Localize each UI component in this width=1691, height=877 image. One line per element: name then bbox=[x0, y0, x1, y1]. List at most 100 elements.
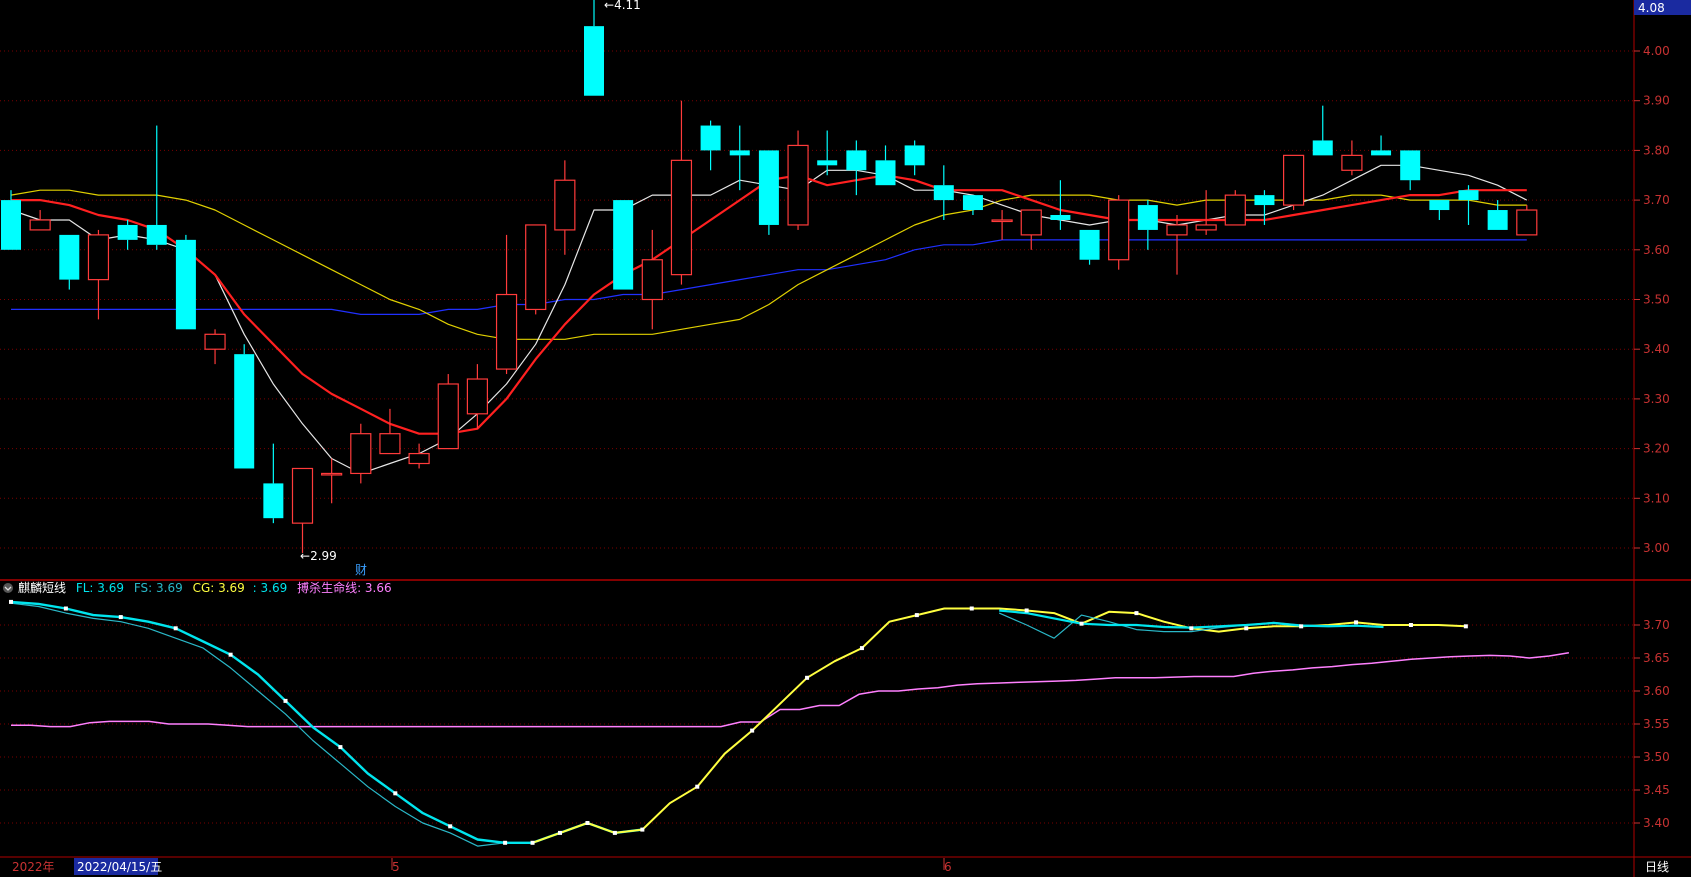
candle[interactable] bbox=[729, 125, 750, 191]
candle-body-up bbox=[408, 452, 430, 465]
candle[interactable] bbox=[817, 130, 838, 176]
candle[interactable] bbox=[1137, 200, 1158, 250]
candle[interactable] bbox=[875, 145, 896, 186]
candle-body-up bbox=[495, 293, 518, 370]
finance-marker[interactable]: 财 bbox=[355, 563, 367, 577]
candle-body-down bbox=[234, 354, 255, 469]
candle[interactable] bbox=[1429, 200, 1450, 220]
candle[interactable] bbox=[613, 200, 634, 290]
price-tick-label: 4.00 bbox=[1643, 44, 1670, 58]
candle-body-down bbox=[817, 160, 838, 166]
candle[interactable] bbox=[1341, 140, 1363, 176]
candle-body-up bbox=[1195, 224, 1217, 231]
collapse-icon[interactable] bbox=[3, 583, 13, 593]
candle[interactable] bbox=[1195, 190, 1217, 235]
candle[interactable] bbox=[204, 329, 226, 365]
candle[interactable] bbox=[29, 210, 51, 231]
year-label: 2022年 bbox=[12, 860, 55, 874]
indicator-lines bbox=[9, 599, 1570, 847]
candle[interactable] bbox=[700, 120, 721, 171]
candle[interactable] bbox=[670, 100, 693, 285]
cg-marker bbox=[1079, 621, 1084, 626]
cg-marker bbox=[1408, 623, 1413, 627]
candle-body-up bbox=[291, 467, 314, 524]
price-axis: 4.00 3.90 3.80 3.70 3.60 3.50 3.40 3.30 3.20 3.10… bbox=[1634, 44, 1670, 555]
candle-body-down bbox=[758, 150, 779, 225]
candle-body-up bbox=[1020, 209, 1042, 236]
candle[interactable] bbox=[641, 229, 663, 330]
current-price-tag: 4.08 bbox=[1638, 1, 1665, 15]
candle[interactable] bbox=[175, 234, 196, 330]
candle[interactable] bbox=[291, 467, 314, 553]
candle-body-down bbox=[584, 26, 604, 96]
fl-marker bbox=[9, 599, 13, 604]
candle[interactable] bbox=[437, 374, 459, 450]
candle[interactable] bbox=[991, 210, 1013, 240]
candle[interactable] bbox=[263, 443, 284, 524]
fl-marker bbox=[612, 830, 617, 835]
period-label[interactable]: 日线 bbox=[1645, 860, 1669, 874]
candle[interactable] bbox=[350, 423, 372, 484]
month-label-5: 5 bbox=[392, 860, 400, 874]
candle-body-up bbox=[1341, 154, 1363, 171]
candle[interactable] bbox=[321, 458, 343, 504]
stock-chart[interactable]: 4.08 4.00 3.90 3.80 3.70 3.60 3.50 3.40 3.30 3.2… bbox=[0, 0, 1691, 877]
candle[interactable] bbox=[1400, 150, 1421, 191]
candle[interactable] bbox=[1516, 205, 1538, 236]
candle[interactable] bbox=[1282, 154, 1305, 211]
candle-body-down bbox=[1400, 150, 1421, 181]
fs-line bbox=[10, 602, 643, 847]
fl-marker bbox=[448, 824, 453, 829]
candle[interactable] bbox=[1108, 195, 1130, 270]
candle[interactable] bbox=[554, 160, 576, 255]
cursor-date: 2022/04/15/五 bbox=[77, 860, 162, 874]
candle[interactable] bbox=[408, 443, 430, 469]
candle[interactable] bbox=[87, 229, 110, 320]
fl-marker bbox=[283, 698, 288, 703]
candle[interactable] bbox=[846, 140, 867, 196]
candle[interactable] bbox=[146, 125, 167, 250]
candle-body-down bbox=[700, 125, 721, 151]
candle[interactable] bbox=[1020, 209, 1042, 250]
cg-marker bbox=[859, 646, 864, 651]
candle[interactable] bbox=[1224, 190, 1246, 226]
candle[interactable] bbox=[758, 150, 779, 235]
indicator-tick-label: 3.50 bbox=[1643, 750, 1670, 764]
candle-body-down bbox=[875, 160, 896, 186]
candle[interactable] bbox=[904, 140, 925, 176]
cg-marker bbox=[1024, 608, 1029, 613]
candle[interactable] bbox=[787, 130, 809, 230]
price-tick-label: 3.60 bbox=[1643, 243, 1670, 257]
candle[interactable] bbox=[1458, 185, 1479, 225]
candle-body-up bbox=[670, 159, 693, 276]
indicator-axis: 3.70 3.65 3.60 3.55 3.50 3.45 3.40 bbox=[1634, 618, 1670, 830]
candle[interactable] bbox=[234, 344, 255, 469]
candle[interactable] bbox=[59, 234, 80, 290]
candle-body-up bbox=[1108, 199, 1130, 261]
candle-body-down bbox=[1079, 229, 1100, 260]
indicator-title[interactable]: 麒麟短线 bbox=[18, 580, 66, 595]
cg-line bbox=[532, 607, 1466, 844]
candle[interactable] bbox=[1079, 229, 1100, 265]
candle[interactable] bbox=[117, 219, 138, 250]
candle[interactable] bbox=[1050, 180, 1071, 230]
life-line-value: 搏杀生命线: 3.66 bbox=[297, 580, 392, 595]
high-annotation: ←4.11 bbox=[604, 0, 641, 12]
candlesticks[interactable] bbox=[1, 0, 1538, 553]
cg-marker bbox=[530, 840, 535, 845]
indicator-header: 麒麟短线 FL: 3.69 FS: 3.69 CG: 3.69 : 3.69 搏… bbox=[3, 580, 392, 595]
candle[interactable] bbox=[495, 234, 518, 375]
candle[interactable] bbox=[584, 0, 604, 96]
candle-body-up bbox=[1516, 209, 1538, 236]
candle[interactable] bbox=[1371, 135, 1392, 156]
fl-marker bbox=[228, 652, 233, 657]
candle[interactable] bbox=[379, 408, 401, 455]
candle[interactable] bbox=[933, 165, 954, 220]
candle[interactable] bbox=[962, 195, 983, 216]
candle[interactable] bbox=[525, 224, 547, 315]
candle[interactable] bbox=[1312, 105, 1333, 156]
price-tick-label: 3.20 bbox=[1643, 442, 1670, 456]
candle-body-down bbox=[613, 200, 634, 290]
candle-body-down bbox=[933, 185, 954, 201]
cg-marker bbox=[914, 613, 919, 618]
